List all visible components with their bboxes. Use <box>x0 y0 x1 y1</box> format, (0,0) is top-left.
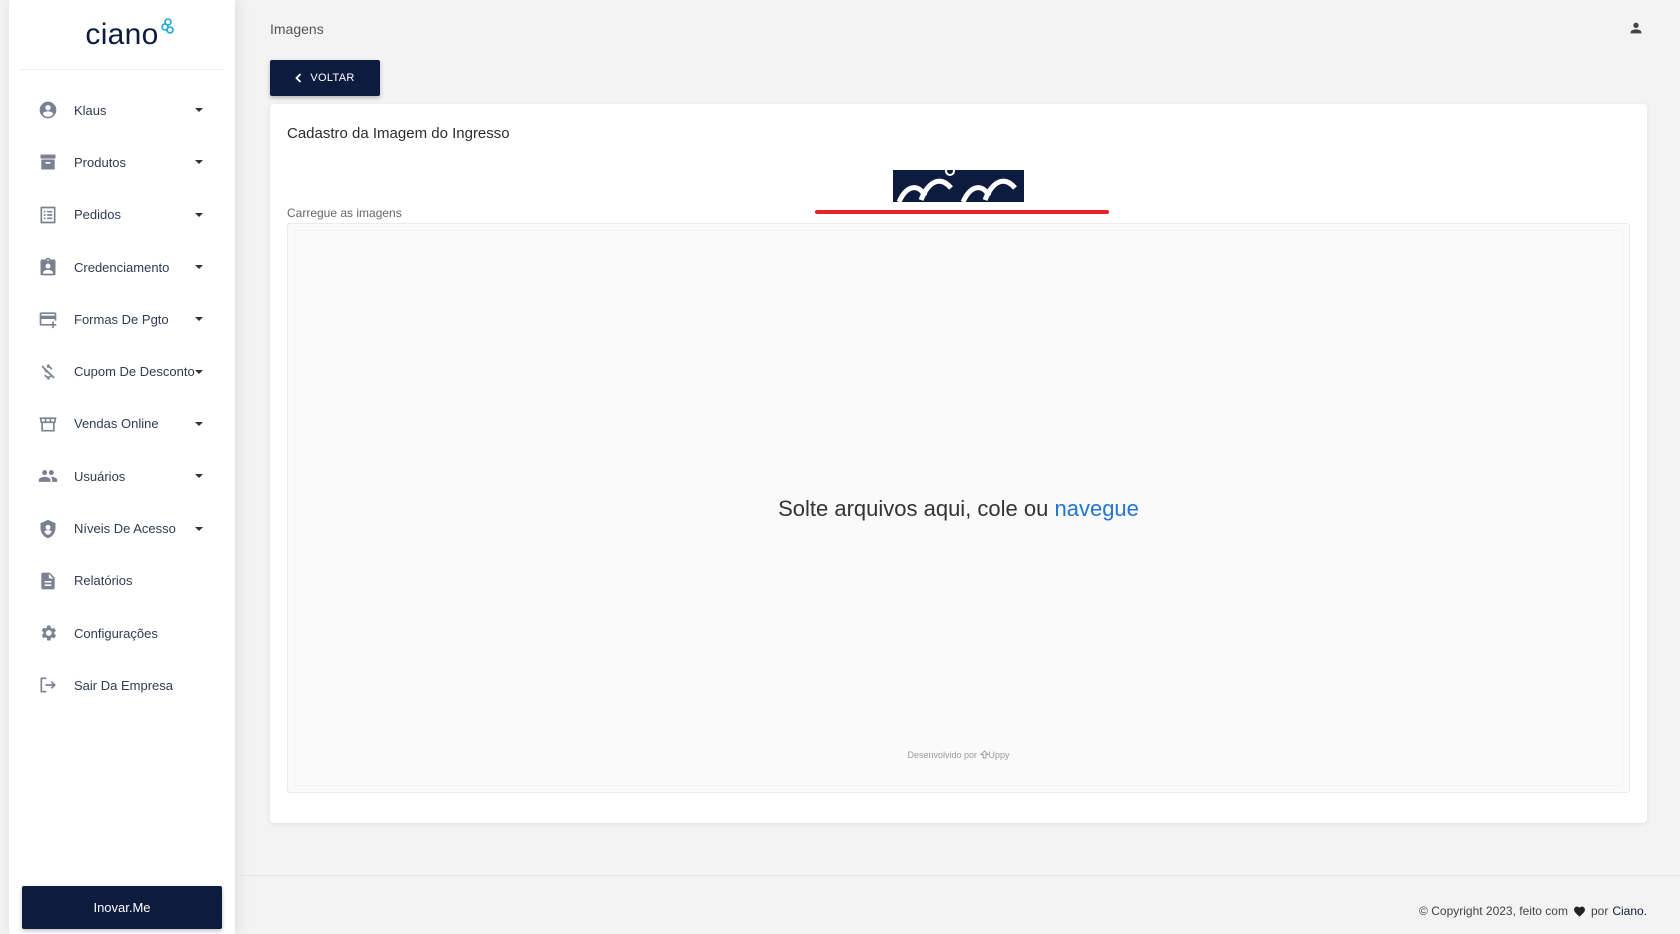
caret-down-icon <box>195 369 203 374</box>
caret-down-icon <box>195 212 203 217</box>
caret-down-icon <box>195 265 203 270</box>
gear-icon <box>38 623 58 643</box>
sidebar-item-usuarios[interactable]: Usuários <box>9 450 235 502</box>
back-button[interactable]: VOLTAR <box>270 60 380 96</box>
shield-icon <box>38 519 58 539</box>
logout-icon <box>38 675 58 695</box>
money-off-icon <box>38 362 58 382</box>
upload-label: Carregue as imagens <box>287 206 402 220</box>
caret-down-icon <box>195 474 203 479</box>
image-registration-card: Cadastro da Imagem do Ingresso Carregue … <box>270 104 1647 823</box>
people-icon <box>38 466 58 486</box>
logo[interactable]: ciano <box>21 0 223 70</box>
document-icon <box>38 571 58 591</box>
sidebar-item-label: Produtos <box>74 154 127 170</box>
chevron-left-icon <box>295 73 302 83</box>
logo-text: ciano <box>85 17 159 51</box>
sidebar-item-label: Klaus <box>74 102 107 118</box>
uppy-logo-icon <box>979 750 989 759</box>
file-dropzone[interactable]: Solte arquivos aqui, cole ou navegue Des… <box>287 223 1630 793</box>
ticket-image-preview <box>893 170 1024 202</box>
sidebar-item-label: Pedidos <box>74 207 121 223</box>
footer-by: por <box>1590 904 1609 918</box>
dropzone-text-prefix: Solte arquivos aqui, cole ou <box>778 496 1055 521</box>
browse-link[interactable]: navegue <box>1054 496 1138 521</box>
footer-divider <box>235 875 1680 876</box>
list-icon <box>38 205 58 225</box>
badge-icon <box>38 257 58 277</box>
sidebar-item-klaus[interactable]: Klaus <box>9 84 235 136</box>
sidebar-item-cupom-de-desconto[interactable]: Cupom De Desconto <box>9 345 235 397</box>
back-button-label: VOLTAR <box>310 72 355 84</box>
sidebar-item-produtos[interactable]: Produtos <box>9 136 235 188</box>
sidebar-item-label: Configurações <box>74 625 158 641</box>
sidebar-item-pedidos[interactable]: Pedidos <box>9 189 235 241</box>
user-icon[interactable] <box>1628 20 1644 36</box>
sidebar-item-label: Sair Da Empresa <box>74 677 173 693</box>
sidebar-item-credenciamento[interactable]: Credenciamento <box>9 241 235 293</box>
sidebar-item-label: Níveis De Acesso <box>74 521 176 537</box>
sidebar-item-formas-de-pgto[interactable]: Formas De Pgto <box>9 293 235 345</box>
sidebar-item-sair-da-empresa[interactable]: Sair Da Empresa <box>9 659 235 711</box>
sidebar-item-label: Credenciamento <box>74 259 170 275</box>
highlight-underline <box>815 210 1109 214</box>
sidebar-item-relatorios[interactable]: Relatórios <box>9 555 235 607</box>
caret-down-icon <box>195 421 203 426</box>
storefront-icon <box>38 414 58 434</box>
page-title: Cadastro da Imagem do Ingresso <box>287 125 510 142</box>
sidebar-item-vendas-online[interactable]: Vendas Online <box>9 398 235 450</box>
caret-down-icon <box>195 160 203 165</box>
footer: © Copyright 2023, feito com por Ciano. <box>1419 904 1647 918</box>
sidebar-item-label: Cupom De Desconto <box>74 364 195 380</box>
card-add-icon <box>38 309 58 329</box>
dropzone-text: Solte arquivos aqui, cole ou navegue <box>288 496 1629 522</box>
logo-mark-icon <box>161 18 174 34</box>
sidebar-item-label: Relatórios <box>74 573 133 589</box>
heart-icon <box>1574 906 1585 917</box>
caret-down-icon <box>195 108 203 113</box>
footer-copyright: © Copyright 2023, feito com <box>1419 904 1568 918</box>
caret-down-icon <box>195 526 203 531</box>
inovar-me-button[interactable]: Inovar.Me <box>22 886 222 929</box>
powered-by-brand: Uppy <box>988 750 1010 760</box>
sidebar-item-configuracoes[interactable]: Configurações <box>9 607 235 659</box>
breadcrumb: Imagens <box>270 21 324 37</box>
powered-by-text: Desenvolvido por <box>907 750 977 760</box>
sidebar-item-label: Formas De Pgto <box>74 311 169 327</box>
footer-brand-link[interactable]: Ciano. <box>1612 904 1647 918</box>
archive-icon <box>38 152 58 172</box>
account-circle-icon <box>38 100 58 120</box>
sidebar-item-label: Vendas Online <box>74 416 159 432</box>
sidebar-item-label: Usuários <box>74 468 126 484</box>
powered-by: Desenvolvido por Uppy <box>288 750 1629 760</box>
sidebar-nav: Klaus Produtos Pedidos Credenciamento Fo… <box>9 84 235 712</box>
caret-down-icon <box>195 317 203 322</box>
sidebar: ciano Klaus Produtos Pedidos Credenciame… <box>9 0 235 934</box>
sidebar-item-niveis-de-acesso[interactable]: Níveis De Acesso <box>9 502 235 554</box>
